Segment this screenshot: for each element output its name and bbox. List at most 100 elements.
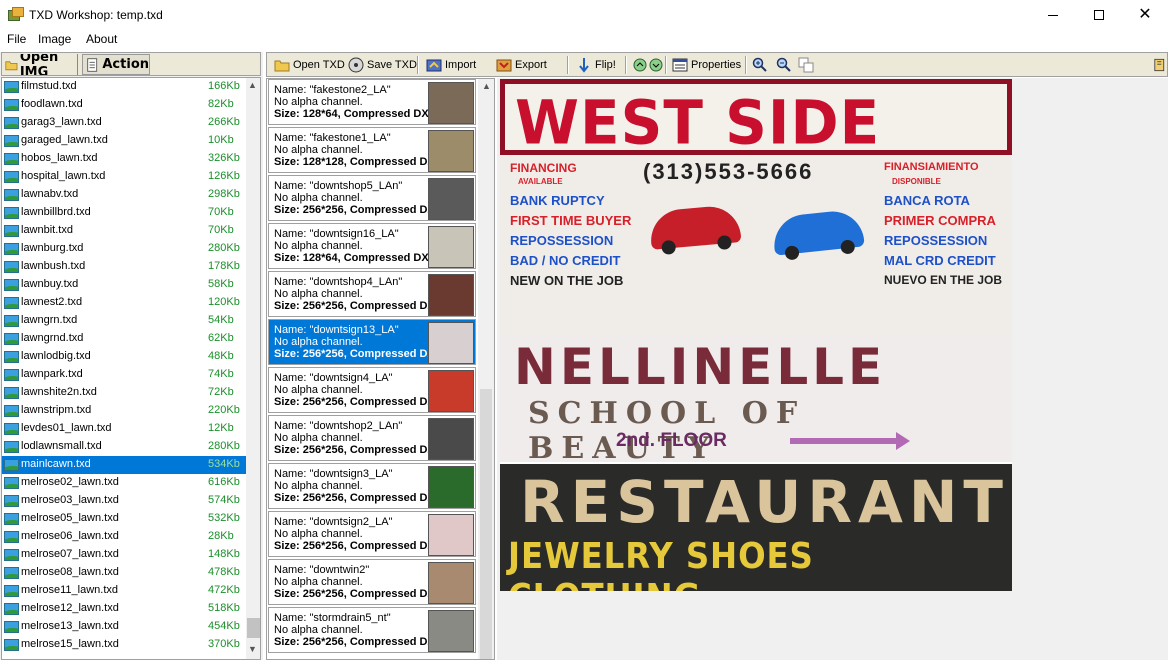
texture-list-item[interactable]: Name: "downtwin2" No alpha channel. Size: … xyxy=(268,559,476,605)
move-down-button[interactable] xyxy=(645,54,667,76)
open-txd-button[interactable]: Open TXD xyxy=(271,54,348,76)
action-button[interactable]: Action xyxy=(82,54,150,75)
texture-size: Size: 256*256, Compressed DXT1 xyxy=(274,444,448,456)
blue-car-graphic xyxy=(771,208,865,261)
file-list-item[interactable]: melrose12_lawn.txd 518Kb xyxy=(2,600,246,618)
zoom-in-button[interactable] xyxy=(749,54,771,76)
file-list-item[interactable]: lodlawnsmall.txd 280Kb xyxy=(2,438,246,456)
file-size: 120Kb xyxy=(208,296,240,308)
file-list-item[interactable]: lawngrnd.txd 62Kb xyxy=(2,330,246,348)
file-list-item[interactable]: lawnabv.txd 298Kb xyxy=(2,186,246,204)
file-list-item[interactable]: lawnpark.txd 74Kb xyxy=(2,366,246,384)
file-size: 10Kb xyxy=(208,134,234,146)
sign1-right-line: FINANSIAMIENTO xyxy=(884,161,979,173)
texture-list-item[interactable]: Name: "stormdrain5_nt" No alpha channel. S… xyxy=(268,607,476,653)
save-txd-button[interactable]: Save TXD xyxy=(345,54,420,76)
file-name: melrose15_lawn.txd xyxy=(21,638,119,650)
file-list-item[interactable]: lawnbillbrd.txd 70Kb xyxy=(2,204,246,222)
export-button[interactable]: Export xyxy=(493,54,550,76)
menu-about[interactable]: About xyxy=(86,32,117,46)
file-list-item[interactable]: lawnbush.txd 178Kb xyxy=(2,258,246,276)
flip-button[interactable]: Flip! xyxy=(573,54,619,76)
image-file-icon xyxy=(4,81,19,93)
fit-button[interactable] xyxy=(795,54,817,76)
open-img-button[interactable]: Open IMG xyxy=(4,54,78,75)
texture-list-item[interactable]: Name: "downtsign16_LA" No alpha channel. S… xyxy=(268,223,476,269)
texture-alpha: No alpha channel. xyxy=(274,528,363,540)
image-file-icon xyxy=(4,351,19,363)
texture-alpha: No alpha channel. xyxy=(274,288,363,300)
texture-list-item[interactable]: Name: "fakestone1_LA" No alpha channel. Si… xyxy=(268,127,476,173)
texture-list-item[interactable]: Name: "downtshop5_LAn" No alpha channel. S… xyxy=(268,175,476,221)
file-list-item[interactable]: lawnbit.txd 70Kb xyxy=(2,222,246,240)
save-txd-label: Save TXD xyxy=(367,59,417,71)
file-list-item[interactable]: melrose02_lawn.txd 616Kb xyxy=(2,474,246,492)
file-list-item[interactable]: lawnstripm.txd 220Kb xyxy=(2,402,246,420)
file-list-item[interactable]: garaged_lawn.txd 10Kb xyxy=(2,132,246,150)
file-list-item[interactable]: melrose08_lawn.txd 478Kb xyxy=(2,564,246,582)
file-list-item[interactable]: melrose03_lawn.txd 574Kb xyxy=(2,492,246,510)
file-list-item[interactable]: melrose05_lawn.txd 532Kb xyxy=(2,510,246,528)
texture-list-item[interactable]: Name: "downtsign13_LA" No alpha channel. S… xyxy=(268,319,476,365)
zoom-out-button[interactable] xyxy=(773,54,795,76)
scroll-down-icon[interactable]: ▼ xyxy=(248,644,257,654)
menu-file[interactable]: File xyxy=(7,32,26,46)
file-name: lawnpark.txd xyxy=(21,368,83,380)
menu-image[interactable]: Image xyxy=(38,32,71,46)
import-button[interactable]: Import xyxy=(423,54,479,76)
sign3-subtitle: JEWELRY SHOES CLOTHING xyxy=(508,536,814,591)
file-name: foodlawn.txd xyxy=(21,98,83,110)
file-list-item[interactable]: melrose13_lawn.txd 454Kb xyxy=(2,618,246,636)
file-list-item[interactable]: lawnest2.txd 120Kb xyxy=(2,294,246,312)
maximize-button[interactable] xyxy=(1076,0,1122,30)
image-file-icon xyxy=(4,567,19,579)
properties-button[interactable]: Properties xyxy=(669,54,744,76)
file-list-item[interactable]: hospital_lawn.txd 126Kb xyxy=(2,168,246,186)
file-list-item[interactable]: melrose11_lawn.txd 472Kb xyxy=(2,582,246,600)
file-list-item[interactable]: garag3_lawn.txd 266Kb xyxy=(2,114,246,132)
file-list-item[interactable]: lawnburg.txd 280Kb xyxy=(2,240,246,258)
image-file-icon xyxy=(4,207,19,219)
file-list-item[interactable]: levdes01_lawn.txd 12Kb xyxy=(2,420,246,438)
scrollbar-thumb[interactable] xyxy=(247,618,260,638)
texture-list-item[interactable]: Name: "downtsign3_LA" No alpha channel. Si… xyxy=(268,463,476,509)
minimize-button[interactable] xyxy=(1030,0,1076,30)
file-list-item[interactable]: melrose07_lawn.txd 148Kb xyxy=(2,546,246,564)
texture-size: Size: 128*64, Compressed DXT1 xyxy=(274,108,442,120)
texture-name: Name: "fakestone2_LA" xyxy=(274,84,391,96)
file-list-item[interactable]: lawnlodbig.txd 48Kb xyxy=(2,348,246,366)
fit-window-icon xyxy=(798,57,814,73)
file-list-item[interactable]: foodlawn.txd 82Kb xyxy=(2,96,246,114)
file-list-item[interactable]: melrose06_lawn.txd 28Kb xyxy=(2,528,246,546)
texture-list-item[interactable]: Name: "downtshop4_LAn" No alpha channel. S… xyxy=(268,271,476,317)
scrollbar-thumb[interactable] xyxy=(480,389,492,659)
file-list-item[interactable]: mainlcawn.txd 534Kb xyxy=(2,456,246,474)
menu-bar: File Image About xyxy=(0,30,1168,49)
file-list-scrollbar[interactable]: ▲ ▼ xyxy=(246,78,260,659)
texture-name: Name: "downtsign3_LA" xyxy=(274,468,393,480)
file-list-item[interactable]: hobos_lawn.txd 326Kb xyxy=(2,150,246,168)
texture-list-scrollbar[interactable]: ▲ xyxy=(478,79,494,659)
texture-list-item[interactable]: Name: "downtsign2_LA" No alpha channel. Si… xyxy=(268,511,476,557)
file-name: lodlawnsmall.txd xyxy=(21,440,102,452)
file-list-item[interactable]: lawnshite2n.txd 72Kb xyxy=(2,384,246,402)
file-list-item[interactable]: lawngrn.txd 54Kb xyxy=(2,312,246,330)
file-size: 70Kb xyxy=(208,224,234,236)
texture-alpha: No alpha channel. xyxy=(274,624,363,636)
disc-icon xyxy=(348,57,364,73)
close-button[interactable]: ✕ xyxy=(1122,0,1168,30)
texture-thumbnail xyxy=(428,178,474,220)
file-name: melrose03_lawn.txd xyxy=(21,494,119,506)
file-list-item[interactable]: filmstud.txd 166Kb xyxy=(2,78,246,96)
texture-list-item[interactable]: Name: "fakestone2_LA" No alpha channel. Si… xyxy=(268,79,476,125)
scroll-up-icon[interactable]: ▲ xyxy=(248,80,257,90)
side-panel-button[interactable] xyxy=(1151,54,1168,76)
file-list-item[interactable]: melrose15_lawn.txd 370Kb xyxy=(2,636,246,654)
image-file-icon xyxy=(4,333,19,345)
texture-list: ▲ Name: "fakestone2_LA" No alpha channel.… xyxy=(266,78,495,660)
texture-list-item[interactable]: Name: "downtshop2_LAn" No alpha channel. S… xyxy=(268,415,476,461)
minimize-icon xyxy=(1048,14,1058,16)
texture-list-item[interactable]: Name: "downtsign4_LA" No alpha channel. Si… xyxy=(268,367,476,413)
file-list-item[interactable]: lawnbuy.txd 58Kb xyxy=(2,276,246,294)
scroll-up-icon[interactable]: ▲ xyxy=(482,81,491,91)
